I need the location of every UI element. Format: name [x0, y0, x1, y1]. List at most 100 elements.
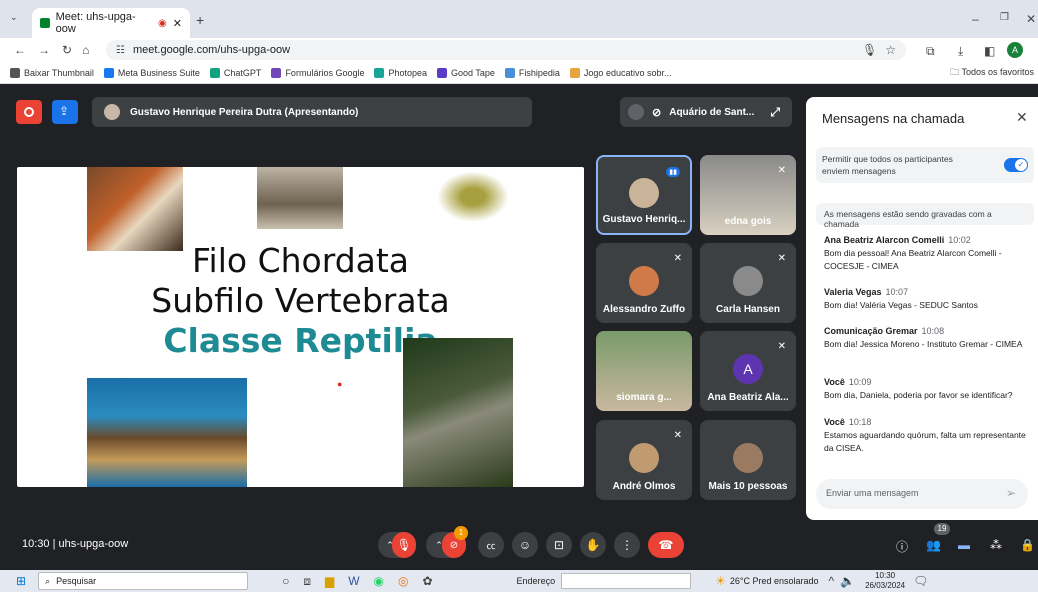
- participant-tile[interactable]: ▮▮ Gustavo Henriq...: [596, 155, 692, 235]
- whatsapp-icon[interactable]: ◉: [374, 574, 384, 588]
- bookmark-item[interactable]: Fishipedia: [504, 67, 560, 78]
- bookmark-item[interactable]: Meta Business Suite: [103, 67, 200, 78]
- bookmarks-bar: Baixar Thumbnail Meta Business Suite ChatG…: [0, 62, 1038, 84]
- bookmark-item[interactable]: Formulários Google: [271, 67, 364, 78]
- close-window-icon[interactable]: ✕: [1026, 12, 1036, 26]
- address-toolbar-input[interactable]: [561, 573, 692, 589]
- message-input[interactable]: Enviar uma mensagem ➢: [816, 479, 1028, 509]
- search-icon: ⌕: [45, 575, 51, 586]
- expand-icon[interactable]: ⤢: [770, 105, 780, 120]
- bookmark-item[interactable]: Good Tape: [437, 67, 495, 78]
- bookmark-star-icon[interactable]: ☆: [885, 43, 896, 57]
- meeting-time: 10:30: [22, 538, 50, 550]
- presenter-name: Gustavo Henrique Pereira Dutra (Apresent…: [130, 106, 359, 118]
- more-options-button[interactable]: ⋮: [614, 532, 640, 558]
- volume-icon[interactable]: 🔈: [840, 574, 855, 588]
- participant-tile[interactable]: A ✕ Ana Beatriz Ala...: [700, 331, 796, 411]
- extensions-icon[interactable]: ⧉: [926, 44, 935, 59]
- participant-tile[interactable]: siomara g...: [596, 331, 692, 411]
- recording-notice: As mensagens estão sendo gravadas com a …: [816, 203, 1034, 229]
- presenter-avatar: [104, 104, 120, 120]
- bookmark-item[interactable]: Photopea: [374, 67, 428, 78]
- tray-chevron-icon[interactable]: ^: [829, 574, 835, 588]
- close-chat-icon[interactable]: ✕: [1016, 109, 1028, 126]
- bookmark-item[interactable]: ChatGPT: [209, 67, 262, 78]
- camera-options[interactable]: ⌃ ⊘ 1: [426, 526, 468, 558]
- bookmark-label: ChatGPT: [223, 67, 262, 78]
- info-icon[interactable]: ⓘ: [896, 538, 908, 555]
- site-info-icon[interactable]: ☷: [116, 45, 125, 56]
- leave-call-button[interactable]: ☎: [648, 532, 684, 558]
- participant-tile[interactable]: Mais 10 pessoas: [700, 420, 796, 500]
- bookmark-icon: [374, 67, 385, 78]
- new-tab-icon[interactable]: +: [196, 12, 204, 28]
- participant-tile[interactable]: ✕ André Olmos: [596, 420, 692, 500]
- people-icon[interactable]: 👥: [926, 538, 941, 552]
- taskbar-search[interactable]: ⌕ Pesquisar: [38, 572, 249, 590]
- participant-avatar: A: [733, 354, 763, 385]
- raise-hand-button[interactable]: ✋: [580, 532, 606, 558]
- taskbar-clock[interactable]: 10:30 26/03/2024: [865, 571, 905, 591]
- sidepanel-icon[interactable]: ◧: [984, 44, 995, 58]
- restore-icon[interactable]: ❐: [1000, 12, 1009, 23]
- bookmark-item[interactable]: Baixar Thumbnail: [10, 67, 94, 78]
- word-icon[interactable]: W: [348, 574, 359, 588]
- camera-off-icon: ⊘: [652, 106, 662, 119]
- omnibox[interactable]: ☷ meet.google.com/uhs-upga-oow 🎙 ☆: [106, 40, 906, 60]
- message-text: Bom dia! Jessica Moreno - Instituto Grem…: [824, 339, 1023, 349]
- participant-tile[interactable]: ✕ Alessandro Zuffo: [596, 243, 692, 323]
- bookmark-label: Baixar Thumbnail: [24, 67, 94, 78]
- bookmark-icon: [271, 67, 282, 78]
- present-button[interactable]: ⊡: [546, 532, 572, 558]
- app-icon[interactable]: ✿: [422, 574, 432, 588]
- reactions-button[interactable]: ☺: [512, 532, 538, 558]
- profile-avatar[interactable]: A: [1007, 42, 1023, 58]
- allow-messages-toggle[interactable]: ✓: [1004, 158, 1028, 172]
- forward-icon[interactable]: →: [38, 43, 50, 57]
- recording-indicator-button[interactable]: [16, 100, 42, 124]
- browser-tab-bar: ⌄ Meet: uhs-upga-oow ◉ ✕ + – ❐ ✕: [0, 0, 1038, 38]
- mic-options[interactable]: ⌃ 🎙: [378, 532, 416, 558]
- message-header: Ana Beatriz Alarcon Comelli 10:02: [824, 235, 1028, 245]
- cortana-icon[interactable]: ○: [282, 574, 289, 588]
- bookmark-label: Good Tape: [451, 67, 495, 78]
- close-tab-icon[interactable]: ✕: [173, 17, 182, 30]
- presenter-bar[interactable]: Gustavo Henrique Pereira Dutra (Apresent…: [92, 97, 532, 127]
- file-explorer-icon[interactable]: ▆: [325, 574, 334, 588]
- windows-start-icon[interactable]: ⊞: [16, 574, 26, 588]
- message-time: 10:02: [948, 235, 971, 245]
- reload-icon[interactable]: ↻: [62, 43, 72, 57]
- participant-tile[interactable]: ✕ Carla Hansen: [700, 243, 796, 323]
- participant-name: Alessandro Zuffo: [602, 304, 686, 315]
- bookmark-icon: [209, 67, 220, 78]
- bookmark-label: Fishipedia: [518, 67, 560, 78]
- mic-icon[interactable]: 🎙: [862, 43, 877, 57]
- host-controls-icon[interactable]: 🔒: [1020, 538, 1035, 552]
- chat-icon[interactable]: ▬: [958, 538, 970, 552]
- minimize-icon[interactable]: –: [972, 12, 979, 26]
- bookmark-item[interactable]: Jogo educativo sobr...: [569, 67, 671, 78]
- tab-list-icon[interactable]: ⌄: [10, 12, 18, 23]
- dinosaur-image: [403, 338, 513, 487]
- task-view-icon[interactable]: ⧈: [303, 574, 311, 589]
- browser-tab[interactable]: Meet: uhs-upga-oow ◉ ✕: [32, 8, 190, 38]
- participant-tile[interactable]: ✕ edna gois: [700, 155, 796, 235]
- download-icon[interactable]: ⤓: [958, 44, 963, 59]
- back-icon[interactable]: ←: [14, 43, 26, 57]
- activities-icon[interactable]: ⁂: [990, 538, 1002, 552]
- all-favorites[interactable]: 🗀 Todos os favoritos: [950, 65, 1034, 81]
- bookmark-label: Photopea: [388, 67, 428, 78]
- more-vert-icon: ⋮: [621, 538, 633, 552]
- pinned-participant-pill[interactable]: ⊘ Aquário de Sant... ⤢: [620, 97, 792, 127]
- presentation-info-button[interactable]: ⇪: [52, 100, 78, 124]
- send-icon[interactable]: ➢: [1006, 486, 1016, 500]
- weather-text[interactable]: 26°C Pred ensolarado: [730, 576, 819, 586]
- chrome-icon[interactable]: ◎: [398, 574, 408, 588]
- notifications-icon[interactable]: 🗨: [913, 574, 928, 588]
- shared-slide: Filo Chordata Subfilo Vertebrata Classe …: [17, 167, 584, 487]
- home-icon[interactable]: ⌂: [82, 43, 89, 57]
- mic-muted-icon[interactable]: 🎙: [392, 532, 416, 558]
- clock-date: 26/03/2024: [865, 581, 906, 590]
- captions-button[interactable]: ㏄: [478, 532, 504, 558]
- participant-avatar: [629, 266, 659, 297]
